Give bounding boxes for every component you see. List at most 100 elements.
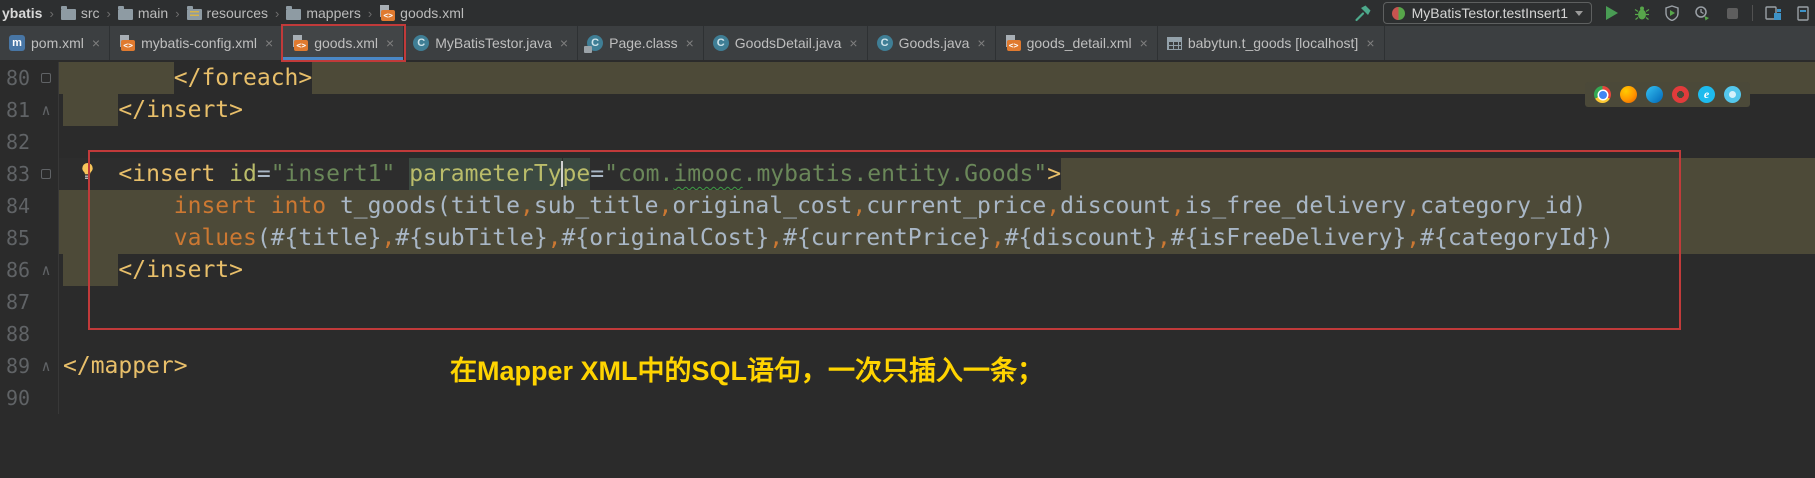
class-locked-icon: C <box>584 35 604 53</box>
xml-icon <box>292 35 309 51</box>
code-text[interactable]: </insert> <box>58 94 1815 126</box>
code-segment: is_free_delivery <box>1184 193 1407 219</box>
code-segment: into <box>270 193 327 219</box>
fold-marker-end[interactable]: ∧ <box>34 350 58 382</box>
code-text[interactable]: <insert id = "insert1" parameterTy pe = "com.… <box>58 158 1815 190</box>
code-segment: "insert1" <box>270 161 396 187</box>
line-number: 88 <box>6 322 31 346</box>
chrome-icon[interactable] <box>1594 86 1611 103</box>
breadcrumb-bar: ybatis›src›main›resources›mappers›goods.… <box>0 0 1815 26</box>
lock-icon <box>584 46 593 53</box>
code-text[interactable]: </foreach> <box>58 62 1815 94</box>
line-number: 87 <box>6 290 31 314</box>
breadcrumb-item[interactable]: goods.xml <box>377 5 466 21</box>
code-segment: values <box>173 225 257 251</box>
code-segment: , <box>852 193 867 219</box>
opera-icon[interactable] <box>1672 86 1689 103</box>
code-segment: "com. <box>604 161 674 187</box>
tab-page-class[interactable]: C Page.class × <box>578 26 704 60</box>
code-segment: </insert> <box>118 97 243 123</box>
code-segment: , <box>381 225 396 251</box>
close-tab-icon[interactable]: × <box>686 35 694 51</box>
line-number: 86 <box>6 258 31 282</box>
breadcrumb: ybatis›src›main›resources›mappers›goods.… <box>0 0 466 26</box>
code-segment: , <box>990 225 1005 251</box>
resources-icon <box>186 5 202 20</box>
tab-pom-xml[interactable]: m pom.xml × <box>0 26 111 60</box>
fold-marker-end[interactable]: ∧ <box>34 94 58 126</box>
close-tab-icon[interactable]: × <box>265 35 273 51</box>
code-text[interactable] <box>58 126 1815 158</box>
tab-goodsdetail-java[interactable]: C GoodsDetail.java × <box>704 26 868 60</box>
breadcrumb-item[interactable]: ybatis <box>0 5 44 21</box>
folder-icon <box>60 5 76 20</box>
code-segment: , <box>1406 225 1421 251</box>
tab-goods-detail-xml[interactable]: goods_detail.xml× <box>996 26 1158 60</box>
breadcrumb-item[interactable]: resources <box>185 5 270 21</box>
breadcrumb-item[interactable]: src <box>59 5 102 21</box>
fold-marker-box[interactable] <box>34 158 58 190</box>
fold-marker-box[interactable] <box>34 62 58 94</box>
fold-marker-end[interactable]: ∧ <box>34 254 58 286</box>
run-toolbar: MyBatisTestor.testInsert1 <box>1353 0 1813 26</box>
close-tab-icon[interactable]: × <box>92 35 100 51</box>
class-icon: C <box>712 35 729 51</box>
code-segment: #{isFreeDelivery} <box>1170 225 1407 251</box>
close-tab-icon[interactable]: × <box>1140 35 1148 51</box>
close-tab-icon[interactable]: × <box>849 35 857 51</box>
ie-icon[interactable] <box>1698 86 1715 103</box>
profiler-button[interactable] <box>1692 3 1712 23</box>
table-icon <box>1166 37 1182 50</box>
firefox-icon[interactable] <box>1620 86 1637 103</box>
code-segment: .mybatis.entity.Goods" <box>742 161 1048 187</box>
code-segment: t_goods(title <box>326 193 520 219</box>
injection-fill <box>1061 158 1815 190</box>
tab-goods-xml[interactable]: goods.xml× <box>283 26 405 60</box>
code-line: 86 ∧ </insert> <box>0 254 1815 286</box>
code-text[interactable] <box>58 318 1815 350</box>
run-button[interactable] <box>1602 3 1622 23</box>
tab-mybatistestor-java[interactable]: C MyBatisTestor.java × <box>404 26 579 60</box>
project-windows-icon[interactable] <box>1763 3 1783 23</box>
tab-babytun-t-goods-localhost[interactable]: babytun.t_goods [localhost] × <box>1158 26 1385 60</box>
run-with-coverage-button[interactable] <box>1662 3 1682 23</box>
clipped-toolbar-icon[interactable] <box>1793 3 1813 23</box>
edge-beta-icon[interactable] <box>1724 86 1741 103</box>
edge-icon[interactable] <box>1646 86 1663 103</box>
xml-icon <box>379 5 396 21</box>
code-segment: id <box>229 161 257 187</box>
code-text[interactable]: insert into t_goods(title, sub_title, orig… <box>58 190 1815 222</box>
run-configuration-select[interactable]: MyBatisTestor.testInsert1 <box>1382 2 1592 24</box>
tab-goods-java[interactable]: C Goods.java × <box>868 26 996 60</box>
stop-button <box>1722 3 1742 23</box>
breadcrumb-item[interactable]: mappers <box>284 5 362 21</box>
line-number: 89 <box>6 354 31 378</box>
close-tab-icon[interactable]: × <box>1366 35 1374 51</box>
build-hammer-icon[interactable] <box>1353 3 1373 23</box>
code-line: 82 <box>0 126 1815 158</box>
editor: 在Mapper XML中的SQL语句，一次只插入一条； 80 </foreach>… <box>0 60 1815 478</box>
code-text[interactable] <box>58 286 1815 318</box>
breadcrumb-item[interactable]: main <box>116 5 170 21</box>
tab-mybatis-config-xml[interactable]: mybatis-config.xml× <box>110 26 284 60</box>
fold-gutter <box>34 222 58 254</box>
close-tab-icon[interactable]: × <box>386 35 394 51</box>
xml-icon <box>119 35 136 51</box>
debug-button[interactable] <box>1632 3 1652 23</box>
intention-bulb-icon[interactable] <box>80 162 95 185</box>
code-text[interactable]: values (#{title}, #{subTitle}, #{originalCo… <box>58 222 1815 254</box>
close-tab-icon[interactable]: × <box>977 35 985 51</box>
code-text[interactable]: </insert> <box>58 254 1815 286</box>
code-segment: = <box>256 161 271 187</box>
code-segment: parameterTy <box>409 158 562 190</box>
code-segment: pe <box>562 158 591 190</box>
maven-icon: m <box>9 35 25 51</box>
fold-gutter <box>34 318 58 350</box>
code-segment: imooc <box>673 161 743 187</box>
class-icon: C <box>413 35 430 51</box>
folder-icon <box>117 5 133 20</box>
chevron-separator-icon: › <box>106 5 111 21</box>
fold-gutter <box>34 382 58 414</box>
close-tab-icon[interactable]: × <box>560 35 568 51</box>
